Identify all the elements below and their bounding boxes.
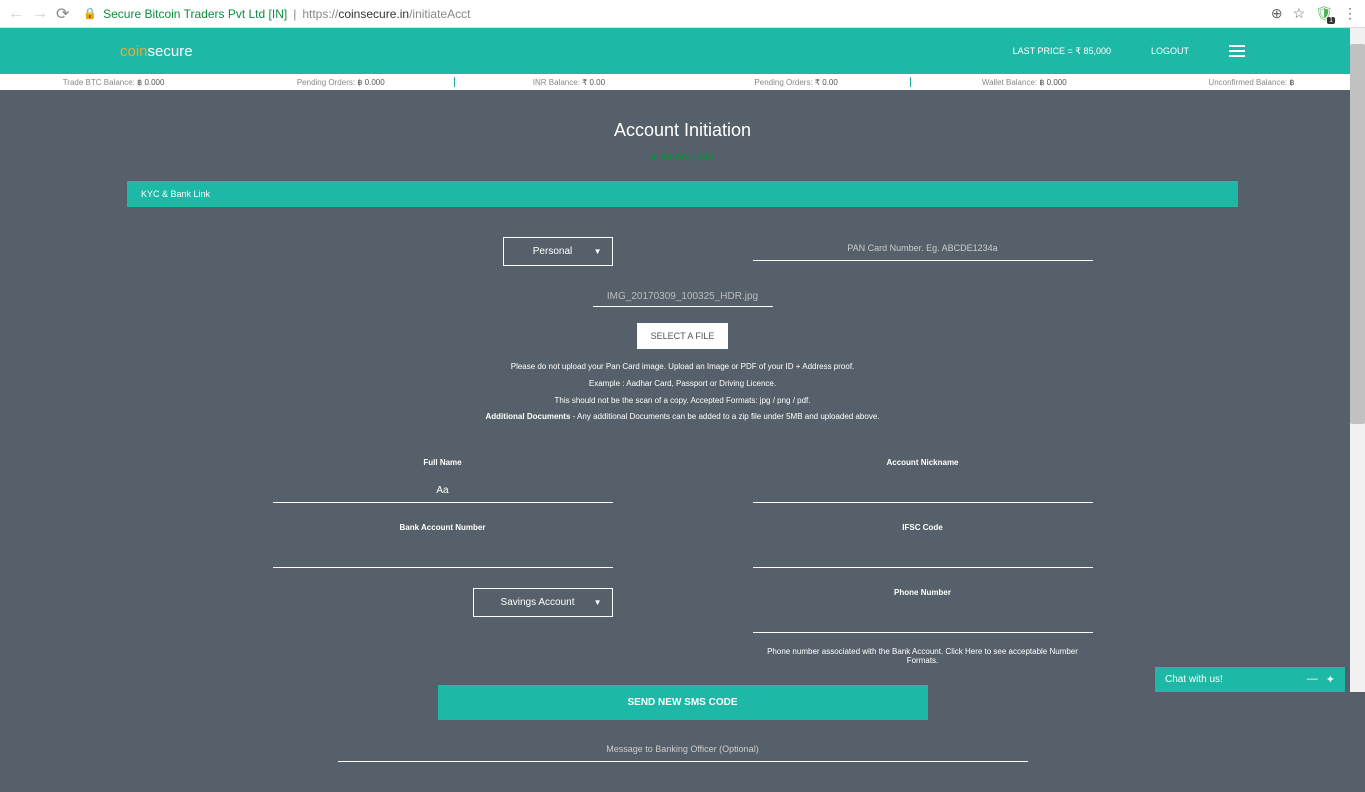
cert-name: Secure Bitcoin Traders Pvt Ltd [IN] bbox=[103, 7, 287, 21]
trade-btc-balance: Trade BTC Balance: ฿ 0.000 bbox=[0, 78, 227, 87]
wallet-balance: Wallet Balance: ฿ 0.000 bbox=[911, 78, 1138, 87]
bank-number-input[interactable] bbox=[273, 544, 613, 568]
message-officer-input[interactable] bbox=[338, 738, 1028, 762]
nav-reload-icon[interactable]: ⟳ bbox=[56, 4, 69, 24]
chat-expand-icon[interactable]: ✦ bbox=[1326, 673, 1335, 686]
browser-menu-icon[interactable]: ⋮ bbox=[1343, 5, 1357, 22]
ifsc-label: IFSC Code bbox=[753, 523, 1093, 532]
browser-toolbar: ← → ⟳ 🔒 Secure Bitcoin Traders Pvt Ltd [… bbox=[0, 0, 1365, 28]
full-name-label: Full Name bbox=[273, 458, 613, 467]
pan-input[interactable] bbox=[753, 237, 1093, 261]
chat-label: Chat with us! bbox=[1165, 674, 1223, 685]
panel-header: KYC & Bank Link bbox=[127, 181, 1238, 207]
select-file-button[interactable]: SELECT A FILE bbox=[637, 323, 729, 349]
url-text: https://coinsecure.in/initiateAcct bbox=[302, 7, 470, 21]
send-sms-button[interactable]: SEND NEW SMS CODE bbox=[438, 685, 928, 720]
full-name-input[interactable] bbox=[273, 479, 613, 503]
balance-bar: Trade BTC Balance: ฿ 0.000 Pending Order… bbox=[0, 74, 1365, 90]
url-separator: | bbox=[293, 7, 296, 21]
zoom-icon[interactable]: ⊕ bbox=[1271, 5, 1283, 22]
last-price: LAST PRICE = ₹ 85,000 bbox=[1013, 46, 1111, 57]
phone-input[interactable] bbox=[753, 609, 1093, 633]
browser-right-icons: ⊕ ☆ 🛡1 ⋮ bbox=[1271, 5, 1357, 22]
bank-number-label: Bank Account Number bbox=[273, 523, 613, 532]
logo[interactable]: coinsecure bbox=[120, 43, 193, 60]
chat-minimize-icon[interactable]: — bbox=[1307, 673, 1318, 686]
logout-link[interactable]: LOGOUT bbox=[1151, 46, 1189, 56]
bank-type-dropdown[interactable]: Savings Account bbox=[473, 588, 613, 617]
nickname-label: Account Nickname bbox=[753, 458, 1093, 467]
star-icon[interactable]: ☆ bbox=[1293, 5, 1306, 22]
nickname-input[interactable] bbox=[753, 479, 1093, 503]
pending-btc: Pending Orders: ฿ 0.000 bbox=[227, 78, 454, 87]
pending-inr: Pending Orders: ₹ 0.00 bbox=[683, 78, 910, 87]
inr-balance: INR Balance: ₹ 0.00 bbox=[455, 78, 682, 87]
status-badge: Incomplete bbox=[0, 151, 1365, 163]
extension-shield-icon[interactable]: 🛡1 bbox=[1315, 5, 1333, 22]
upload-hint-2: Example : Aadhar Card, Passport or Drivi… bbox=[167, 378, 1198, 391]
address-bar[interactable]: 🔒 Secure Bitcoin Traders Pvt Ltd [IN] | … bbox=[77, 5, 1263, 23]
account-type-dropdown[interactable]: Personal bbox=[503, 237, 613, 266]
lock-icon: 🔒 bbox=[83, 7, 97, 20]
upload-hint-4: Additional Documents - Any additional Do… bbox=[167, 411, 1198, 424]
site-header: coinsecure LAST PRICE = ₹ 85,000 LOGOUT bbox=[0, 28, 1365, 74]
phone-hint[interactable]: Phone number associated with the Bank Ac… bbox=[753, 647, 1093, 665]
kyc-panel: KYC & Bank Link Personal IMG_20170309_10… bbox=[127, 181, 1238, 792]
upload-hint-1: Please do not upload your Pan Card image… bbox=[167, 361, 1198, 374]
nav-back-icon[interactable]: ← bbox=[8, 5, 24, 23]
phone-label: Phone Number bbox=[753, 588, 1093, 597]
page-title: Account Initiation bbox=[0, 120, 1365, 141]
unconfirmed-balance: Unconfirmed Balance: ฿ bbox=[1138, 78, 1365, 87]
hamburger-menu-icon[interactable] bbox=[1229, 45, 1245, 57]
uploaded-file-name: IMG_20170309_100325_HDR.jpg bbox=[593, 287, 773, 307]
upload-hint-3: This should not be the scan of a copy. A… bbox=[167, 395, 1198, 408]
scrollbar-thumb[interactable] bbox=[1350, 44, 1365, 424]
ifsc-input[interactable] bbox=[753, 544, 1093, 568]
nav-forward-icon[interactable]: → bbox=[32, 5, 48, 23]
chat-widget[interactable]: Chat with us! — ✦ bbox=[1155, 667, 1345, 692]
